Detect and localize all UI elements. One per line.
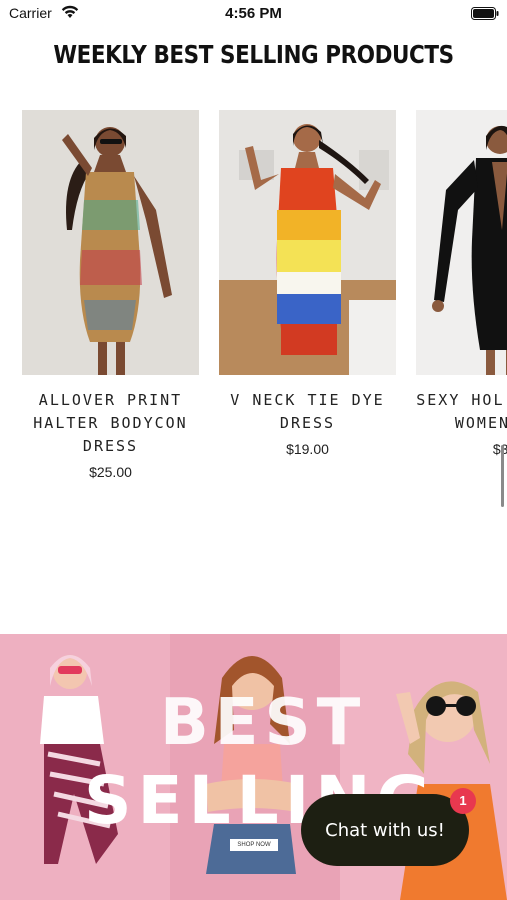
product-card[interactable]: ALLOVER PRINT HALTER BODYCON DRESS $25.0… [22, 110, 199, 480]
product-image[interactable] [416, 110, 507, 375]
product-name[interactable]: V NECK TIE DYE DRESS [219, 389, 396, 435]
product-price: $25.00 [89, 464, 132, 480]
product-price: $35 [492, 441, 507, 457]
product-price: $19.00 [286, 441, 329, 457]
product-image[interactable] [219, 110, 396, 375]
shop-now-button[interactable]: SHOP NOW [230, 839, 278, 851]
battery-icon [471, 7, 499, 20]
chat-button[interactable]: Chat with us! [301, 794, 469, 866]
chat-notification-badge: 1 [450, 788, 476, 814]
status-bar: Carrier 4:56 PM [0, 0, 507, 28]
product-card[interactable]: V NECK TIE DYE DRESS $19.00 [219, 110, 396, 457]
banner-headline-top: BEST [160, 686, 367, 760]
product-card[interactable]: SEXY HOL BODYCON WOMEN DRE $35 [416, 110, 507, 457]
carousel-scrollbar[interactable] [501, 445, 504, 507]
section-title: WEEKLY BEST SELLING PRODUCTS [53, 40, 454, 69]
product-name[interactable]: SEXY HOL BODYCON WOMEN DRE [416, 389, 507, 435]
product-image[interactable] [22, 110, 199, 375]
product-carousel[interactable]: ALLOVER PRINT HALTER BODYCON DRESS $25.0… [0, 110, 507, 530]
chat-button-label: Chat with us! [325, 819, 445, 841]
product-name[interactable]: ALLOVER PRINT HALTER BODYCON DRESS [22, 389, 199, 458]
clock: 4:56 PM [225, 5, 282, 22]
